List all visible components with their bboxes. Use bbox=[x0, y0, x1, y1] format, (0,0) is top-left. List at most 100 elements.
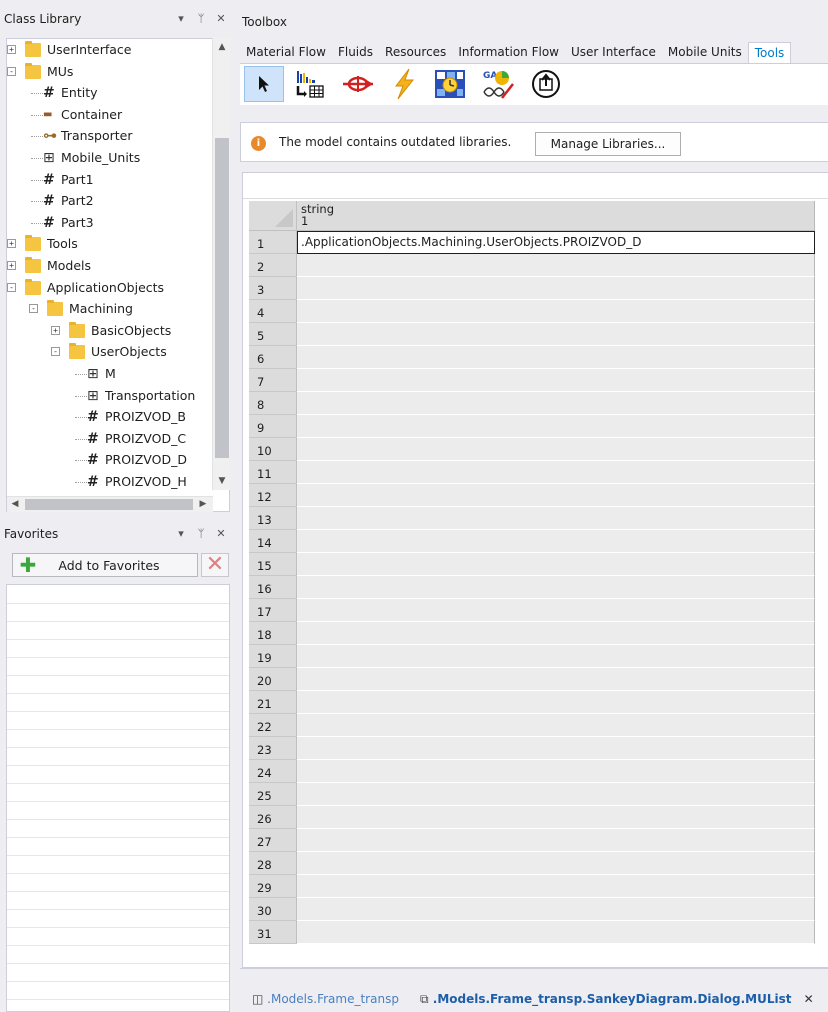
class-library-tree[interactable]: + UserInterface - MUs # Entity ▬ Container ⊶ Tran… bbox=[6, 38, 230, 512]
dropdown-icon[interactable]: ▾ bbox=[176, 8, 186, 30]
row-number[interactable]: 13 bbox=[249, 507, 297, 530]
row-number[interactable]: 9 bbox=[249, 415, 297, 438]
collapse-icon[interactable]: - bbox=[7, 66, 16, 76]
row-number[interactable]: 19 bbox=[249, 645, 297, 668]
expand-icon[interactable]: + bbox=[7, 239, 16, 249]
table-cell[interactable] bbox=[297, 852, 815, 875]
row-number[interactable]: 30 bbox=[249, 898, 297, 921]
remove-favorite-button[interactable]: ✕ bbox=[201, 553, 229, 577]
row-number[interactable]: 2 bbox=[249, 254, 297, 277]
tab-user-interface[interactable]: User Interface bbox=[565, 42, 662, 64]
add-to-favorites-button[interactable]: ✚ Add to Favorites bbox=[12, 553, 198, 577]
tab-frame-transp[interactable]: ◫ .Models.Frame_transp bbox=[252, 989, 399, 1009]
tree-item-machining[interactable]: - Machining bbox=[7, 298, 212, 320]
tree-item-userobjects[interactable]: - UserObjects bbox=[7, 341, 212, 363]
pin-icon[interactable]: ᛘ bbox=[196, 8, 206, 30]
manage-libraries-button[interactable]: Manage Libraries... bbox=[535, 132, 681, 156]
row-number[interactable]: 27 bbox=[249, 829, 297, 852]
table-cell[interactable] bbox=[297, 438, 815, 461]
tree-item-proizvod-c[interactable]: # PROIZVOD_C bbox=[7, 428, 212, 450]
transfer-icon[interactable] bbox=[338, 66, 378, 102]
row-number[interactable]: 6 bbox=[249, 346, 297, 369]
row-number[interactable]: 23 bbox=[249, 737, 297, 760]
table-cell[interactable] bbox=[297, 484, 815, 507]
close-tab-icon[interactable]: ✕ bbox=[804, 992, 814, 1006]
table-cell[interactable] bbox=[297, 806, 815, 829]
tree-item-transportation[interactable]: ⊞ Transportation bbox=[7, 385, 212, 407]
row-number[interactable]: 8 bbox=[249, 392, 297, 415]
table-cell[interactable] bbox=[297, 622, 815, 645]
tree-item-userinterface[interactable]: + UserInterface bbox=[7, 39, 212, 61]
row-number[interactable]: 25 bbox=[249, 783, 297, 806]
row-number[interactable]: 12 bbox=[249, 484, 297, 507]
upload-icon[interactable] bbox=[526, 66, 566, 102]
column-header[interactable]: string 1 bbox=[297, 201, 815, 231]
table-cell[interactable] bbox=[297, 921, 815, 944]
table-cell[interactable] bbox=[297, 714, 815, 737]
tree-item-mobile-units[interactable]: ⊞ Mobile_Units bbox=[7, 147, 212, 169]
row-number[interactable]: 7 bbox=[249, 369, 297, 392]
dropdown-icon[interactable]: ▾ bbox=[176, 523, 186, 545]
expand-icon[interactable]: + bbox=[7, 45, 16, 54]
row-number[interactable]: 21 bbox=[249, 691, 297, 714]
tab-resources[interactable]: Resources bbox=[379, 42, 452, 64]
close-icon[interactable]: ✕ bbox=[216, 8, 226, 30]
row-number[interactable]: 16 bbox=[249, 576, 297, 599]
table-cell[interactable] bbox=[297, 783, 815, 806]
row-number[interactable]: 10 bbox=[249, 438, 297, 461]
collapse-icon[interactable]: - bbox=[29, 304, 38, 314]
tree-item-m[interactable]: ⊞ M bbox=[7, 363, 212, 385]
tree-item-transporter[interactable]: ⊶ Transporter bbox=[7, 125, 212, 147]
row-number[interactable]: 24 bbox=[249, 760, 297, 783]
collapse-icon[interactable]: - bbox=[51, 347, 60, 357]
close-icon[interactable]: ✕ bbox=[216, 523, 226, 545]
tree-item-container[interactable]: ▬ Container bbox=[7, 104, 212, 126]
table-cell[interactable] bbox=[297, 691, 815, 714]
tab-material-flow[interactable]: Material Flow bbox=[240, 42, 332, 64]
tab-tools[interactable]: Tools bbox=[747, 42, 792, 64]
table-cell[interactable] bbox=[297, 323, 815, 346]
tree-item-proizvod-b[interactable]: # PROIZVOD_B bbox=[7, 406, 212, 428]
tree-item-proizvod-d[interactable]: # PROIZVOD_D bbox=[7, 449, 212, 471]
row-number[interactable]: 14 bbox=[249, 530, 297, 553]
expand-icon[interactable]: + bbox=[51, 325, 60, 335]
tree-item-applicationobjects[interactable]: - ApplicationObjects bbox=[7, 277, 212, 299]
table-corner[interactable] bbox=[249, 201, 297, 231]
tree-item-part1[interactable]: # Part1 bbox=[7, 169, 212, 191]
expand-icon[interactable]: + bbox=[7, 261, 16, 270]
scroll-left-icon[interactable]: ◀ bbox=[9, 497, 21, 511]
lightning-icon[interactable] bbox=[384, 66, 424, 102]
table-cell[interactable] bbox=[297, 507, 815, 530]
scroll-up-icon[interactable]: ▲ bbox=[216, 40, 228, 54]
scroll-thumb[interactable] bbox=[215, 138, 229, 458]
tab-mobile-units[interactable]: Mobile Units bbox=[662, 42, 748, 64]
table-cell[interactable] bbox=[297, 461, 815, 484]
chart-table-icon[interactable] bbox=[290, 66, 330, 102]
row-number[interactable]: 29 bbox=[249, 875, 297, 898]
tree-item-proizvod-h[interactable]: # PROIZVOD_H bbox=[7, 471, 212, 493]
favorites-list[interactable] bbox=[6, 584, 230, 1012]
tab-mulist[interactable]: ⧉ .Models.Frame_transp.SankeyDiagram.Dia… bbox=[420, 989, 814, 1009]
row-number[interactable]: 4 bbox=[249, 300, 297, 323]
table-cell[interactable] bbox=[297, 369, 815, 392]
tree-item-part2[interactable]: # Part2 bbox=[7, 190, 212, 212]
table-cell[interactable] bbox=[297, 668, 815, 691]
table-cell[interactable] bbox=[297, 875, 815, 898]
row-number[interactable]: 28 bbox=[249, 852, 297, 875]
scroll-right-icon[interactable]: ▶ bbox=[197, 497, 209, 511]
tree-item-mus[interactable]: - MUs bbox=[7, 61, 212, 83]
genetic-algorithm-icon[interactable]: GA bbox=[478, 66, 518, 102]
experiment-icon[interactable] bbox=[430, 66, 470, 102]
row-number[interactable]: 15 bbox=[249, 553, 297, 576]
pointer-icon[interactable] bbox=[244, 66, 284, 102]
row-number[interactable]: 1 bbox=[249, 231, 297, 254]
table-cell[interactable] bbox=[297, 254, 815, 277]
tree-item-models[interactable]: + Models bbox=[7, 255, 212, 277]
tab-information-flow[interactable]: Information Flow bbox=[452, 42, 565, 64]
row-number[interactable]: 18 bbox=[249, 622, 297, 645]
row-number[interactable]: 17 bbox=[249, 599, 297, 622]
collapse-icon[interactable]: - bbox=[7, 282, 16, 292]
tab-fluids[interactable]: Fluids bbox=[332, 42, 379, 64]
tree-item-basicobjects[interactable]: + BasicObjects bbox=[7, 320, 212, 342]
table-cell[interactable] bbox=[297, 553, 815, 576]
